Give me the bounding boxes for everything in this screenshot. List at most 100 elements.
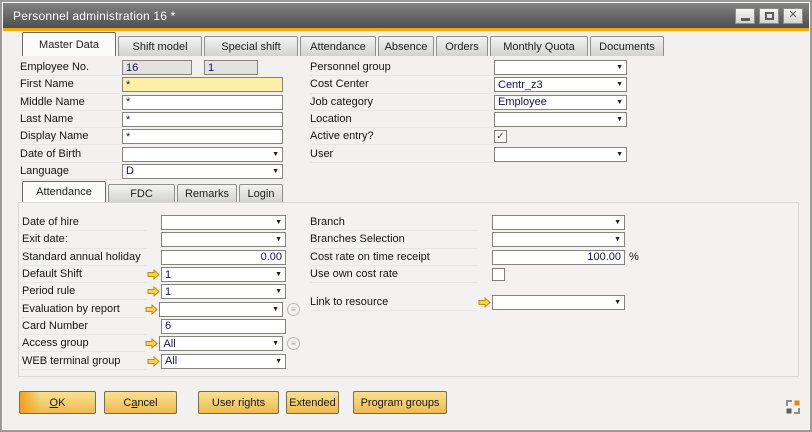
expand-options-button[interactable]: ≡: [287, 337, 300, 350]
maximize-icon: [765, 12, 774, 20]
cost-center-label: Cost Center: [310, 76, 494, 93]
expand-window-icon[interactable]: [784, 398, 802, 416]
tab-monthly-quota[interactable]: Monthly Quota: [490, 36, 588, 56]
web-terminal-group-dropdown[interactable]: All▼: [161, 354, 286, 369]
branch-row: Branch ▼: [310, 214, 650, 231]
maximize-button[interactable]: [759, 8, 779, 24]
cost-rate-field[interactable]: 100.00: [492, 250, 625, 265]
job-category-dropdown[interactable]: Employee▼: [494, 95, 627, 110]
date-of-birth-dropdown[interactable]: ▼: [122, 147, 283, 162]
link-arrow-icon[interactable]: [145, 338, 158, 349]
tab-label: Login: [248, 188, 275, 200]
tab-login[interactable]: Login: [239, 184, 283, 202]
middle-name-row: Middle Name *: [20, 94, 283, 111]
cancel-button[interactable]: Cancel: [104, 391, 177, 414]
access-group-dropdown[interactable]: All▼: [159, 336, 283, 351]
last-name-field[interactable]: *: [122, 112, 283, 127]
first-name-field[interactable]: *: [122, 77, 283, 92]
card-number-label: Card Number: [22, 318, 147, 335]
branches-selection-label: Branches Selection: [310, 231, 478, 248]
tab-absence[interactable]: Absence: [378, 36, 434, 56]
language-dropdown[interactable]: D▼: [122, 164, 283, 179]
tab-label: Absence: [385, 41, 428, 53]
display-name-field[interactable]: *: [122, 129, 283, 144]
web-terminal-group-label: WEB terminal group: [22, 352, 147, 369]
minimize-button[interactable]: [735, 8, 755, 24]
link-arrow-icon[interactable]: [145, 304, 158, 315]
close-icon: ✕: [788, 10, 797, 21]
active-entry-checkbox[interactable]: ✓: [494, 130, 507, 143]
tab-shift-model[interactable]: Shift model: [118, 36, 202, 56]
evaluation-by-report-dropdown[interactable]: ▼: [159, 302, 283, 317]
use-own-cost-rate-label: Use own cost rate: [310, 266, 478, 283]
job-category-label: Job category: [310, 94, 494, 111]
tab-orders[interactable]: Orders: [436, 36, 488, 56]
link-arrow-icon[interactable]: [147, 269, 160, 280]
program-groups-button[interactable]: Program groups: [353, 391, 447, 414]
window-titlebar[interactable]: Personnel administration 16 * ✕: [3, 3, 809, 28]
exit-date-dropdown[interactable]: ▼: [161, 232, 286, 247]
tab-label: FDC: [130, 188, 153, 200]
link-arrow-icon[interactable]: [147, 356, 160, 367]
extended-button[interactable]: Extended: [286, 391, 339, 414]
tab-label: Attendance: [310, 41, 366, 53]
middle-name-label: Middle Name: [20, 94, 122, 111]
menu-lines-icon: ≡: [291, 305, 296, 314]
window-title: Personnel administration 16 *: [13, 9, 176, 23]
tab-attendance-inner[interactable]: Attendance: [22, 181, 106, 202]
user-label: User: [310, 145, 494, 162]
tab-documents[interactable]: Documents: [590, 36, 664, 56]
chevron-down-icon: ▼: [275, 236, 282, 243]
first-name-label: First Name: [20, 76, 122, 93]
window-controls: ✕: [731, 8, 803, 24]
branches-selection-dropdown[interactable]: ▼: [492, 232, 625, 247]
link-arrow-icon[interactable]: [147, 286, 160, 297]
personnel-administration-window: Personnel administration 16 * ✕ Master D…: [0, 0, 812, 432]
display-name-row: Display Name *: [20, 128, 283, 145]
default-shift-label: Default Shift: [22, 266, 147, 283]
chevron-down-icon: ▼: [272, 306, 279, 313]
last-name-row: Last Name *: [20, 111, 283, 128]
expand-options-button[interactable]: ≡: [287, 303, 300, 316]
employee-no-sequence-field[interactable]: 1: [204, 60, 258, 75]
ok-button[interactable]: OK: [19, 391, 96, 414]
chevron-down-icon: ▼: [614, 236, 621, 243]
middle-name-field[interactable]: *: [122, 95, 283, 110]
cost-center-row: Cost Center Centr_z3▼: [310, 76, 628, 93]
job-category-row: Job category Employee▼: [310, 94, 628, 111]
employee-no-field[interactable]: 16: [122, 60, 192, 75]
cost-center-dropdown[interactable]: Centr_z3▼: [494, 77, 627, 92]
date-of-hire-dropdown[interactable]: ▼: [161, 215, 286, 230]
link-to-resource-dropdown[interactable]: ▼: [492, 295, 625, 310]
tab-special-shift[interactable]: Special shift: [204, 36, 298, 56]
default-shift-dropdown[interactable]: 1▼: [161, 267, 286, 282]
chevron-down-icon: ▼: [616, 151, 623, 158]
user-dropdown[interactable]: ▼: [494, 147, 627, 162]
use-own-cost-rate-checkbox[interactable]: [492, 268, 505, 281]
standard-annual-holiday-field[interactable]: 0.00: [161, 250, 286, 265]
tab-remarks[interactable]: Remarks: [177, 184, 237, 202]
tab-attendance[interactable]: Attendance: [300, 36, 376, 56]
branch-dropdown[interactable]: ▼: [492, 215, 625, 230]
date-of-hire-row: Date of hire ▼: [22, 214, 300, 231]
attendance-left-form: Date of hire ▼ Exit date: ▼ Standard ann…: [22, 214, 300, 370]
date-of-birth-label: Date of Birth: [20, 145, 122, 162]
display-name-label: Display Name: [20, 128, 122, 145]
tab-fdc[interactable]: FDC: [108, 184, 175, 202]
master-data-right-form: Personnel group ▼ Cost Center Centr_z3▼ …: [310, 59, 628, 163]
link-arrow-icon[interactable]: [478, 297, 491, 308]
tab-master-data[interactable]: Master Data: [22, 32, 116, 56]
tab-label: Documents: [599, 41, 655, 53]
user-row: User ▼: [310, 145, 628, 162]
period-rule-dropdown[interactable]: 1▼: [161, 284, 286, 299]
close-button[interactable]: ✕: [783, 8, 803, 24]
menu-lines-icon: ≡: [291, 339, 296, 348]
location-dropdown[interactable]: ▼: [494, 112, 627, 127]
personnel-group-dropdown[interactable]: ▼: [494, 60, 627, 75]
standard-annual-holiday-label: Standard annual holiday: [22, 249, 147, 266]
tab-label: Monthly Quota: [503, 41, 575, 53]
user-rights-button[interactable]: User rights: [198, 391, 279, 414]
active-entry-label: Active entry?: [310, 128, 494, 145]
chevron-down-icon: ▼: [275, 358, 282, 365]
card-number-field[interactable]: 6: [161, 319, 286, 334]
